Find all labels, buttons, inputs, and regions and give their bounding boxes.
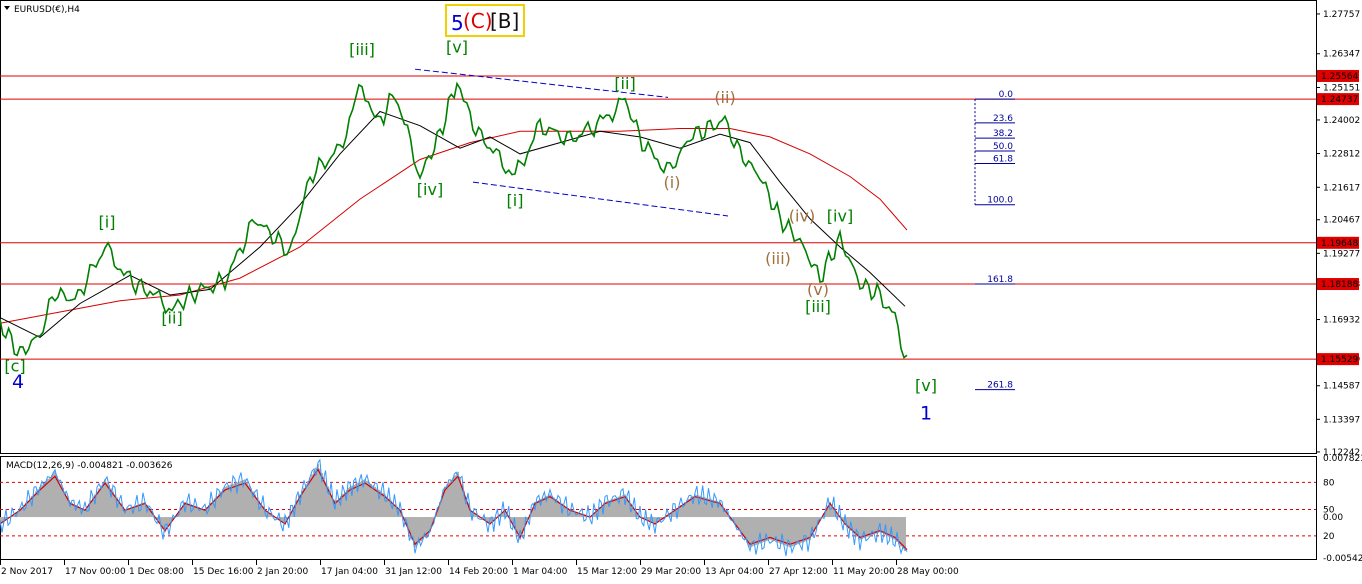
x-tick-label: 17 Nov 00:00: [65, 567, 126, 577]
y-tick-label: 1.19277: [1323, 249, 1360, 259]
macd-tick-label: 0.00: [1323, 513, 1343, 523]
y-tick-label: 1.26347: [1323, 50, 1360, 60]
wave-b: [B]: [490, 9, 519, 33]
x-tick-label: 17 Jan 04:00: [321, 567, 378, 577]
x-tick-label: 2 Nov 2017: [1, 567, 53, 577]
x-tick-label: 2 Jan 20:00: [257, 567, 309, 577]
x-tick-label: 11 May 20:00: [833, 567, 895, 577]
price-series: [0, 81, 908, 359]
wave-label: (i): [664, 173, 681, 192]
main-panel-frame: [0, 0, 1317, 454]
wave-label: (iii): [765, 249, 791, 268]
macd-panel: [0, 458, 1316, 557]
price-tag-label: 1.19648: [1321, 239, 1358, 249]
wave-label: (ii): [714, 88, 735, 107]
x-tick-label: 28 May 00:00: [897, 567, 959, 577]
fib-label: 61.8: [993, 154, 1013, 164]
main-panel: 0.023.638.250.061.8100.0161.8261.8[c]4[i…: [0, 37, 1316, 424]
wave-label: [i]: [99, 212, 116, 231]
wave-label: [iii]: [349, 40, 375, 59]
y-tick-label: 1.13397: [1323, 415, 1360, 425]
y-tick-label: 1.24002: [1323, 116, 1360, 126]
x-tick-label: 29 Mar 20:00: [641, 567, 701, 577]
fib-label: 50.0: [993, 142, 1013, 152]
fib-label: 161.8: [987, 275, 1013, 285]
wave-label: [ii]: [161, 308, 182, 327]
macd-tick-label: -0.005423: [1323, 554, 1362, 564]
macd-tick-label: 20: [1323, 532, 1335, 542]
price-tag-label: 1.24737: [1321, 95, 1358, 105]
wave-label: [v]: [915, 376, 937, 395]
wave-label: 1: [920, 402, 932, 424]
wave-label: [i]: [507, 191, 524, 210]
y-tick-label: 1.20467: [1323, 216, 1360, 226]
y-tick-label: 1.22812: [1323, 150, 1360, 160]
macd-tick-label: 0.007823: [1323, 454, 1362, 464]
wave-label: [iv]: [827, 207, 853, 226]
axes: 1.27757 1.26347 1.25151 1.24002 1.22812 1.216…: [0, 10, 1362, 577]
ma-fast-line: [0, 110, 906, 338]
x-tick-label: 31 Jan 12:00: [385, 567, 442, 577]
macd-label: MACD(12,26,9) -0.004821 -0.003626: [6, 461, 173, 471]
wave-label: 4: [12, 371, 24, 393]
price-tag-label: 1.15529: [1321, 355, 1358, 365]
y-tick-label: 1.27757: [1323, 10, 1360, 20]
x-tick-label: 14 Feb 20:00: [449, 567, 508, 577]
wave-5: 5: [451, 11, 464, 35]
x-tick-label: 1 Mar 04:00: [513, 567, 568, 577]
fib-label: 100.0: [987, 196, 1013, 206]
fib-label: 38.2: [993, 129, 1013, 139]
x-tick-label: 15 Mar 12:00: [577, 567, 637, 577]
wave-label: [iv]: [417, 180, 443, 199]
collapse-arrow-icon[interactable]: [4, 6, 10, 10]
y-tick-label: 1.16932: [1323, 316, 1360, 326]
price-tag-label: 1.18188: [1321, 280, 1358, 290]
wave-label: [v]: [446, 37, 468, 56]
x-tick-label: 15 Dec 16:00: [193, 567, 254, 577]
x-tick-label: 13 Apr 04:00: [705, 567, 764, 577]
y-tick-label: 1.21617: [1323, 183, 1360, 193]
x-tick-label: 27 Apr 12:00: [769, 567, 828, 577]
wave-label: [ii]: [614, 74, 635, 93]
fib-label: 0.0: [999, 90, 1014, 100]
wave-c-red: (C): [463, 9, 493, 33]
wave-label: [iii]: [805, 297, 831, 316]
y-tick-label: 1.25151: [1323, 84, 1360, 94]
wave-label: (iv): [789, 207, 815, 226]
x-tick-label: 1 Dec 08:00: [129, 567, 184, 577]
y-tick-label: 1.14587: [1323, 382, 1360, 392]
fib-label: 23.6: [993, 114, 1013, 124]
price-tag-label: 1.25564: [1321, 72, 1358, 82]
chart-title: EURUSD(€),H4: [14, 5, 80, 15]
macd-tick-label: 80: [1323, 478, 1335, 488]
price-chart[interactable]: 0.023.638.250.061.8100.0161.8261.8[c]4[i…: [0, 0, 1362, 584]
fib-label: 261.8: [987, 381, 1013, 391]
